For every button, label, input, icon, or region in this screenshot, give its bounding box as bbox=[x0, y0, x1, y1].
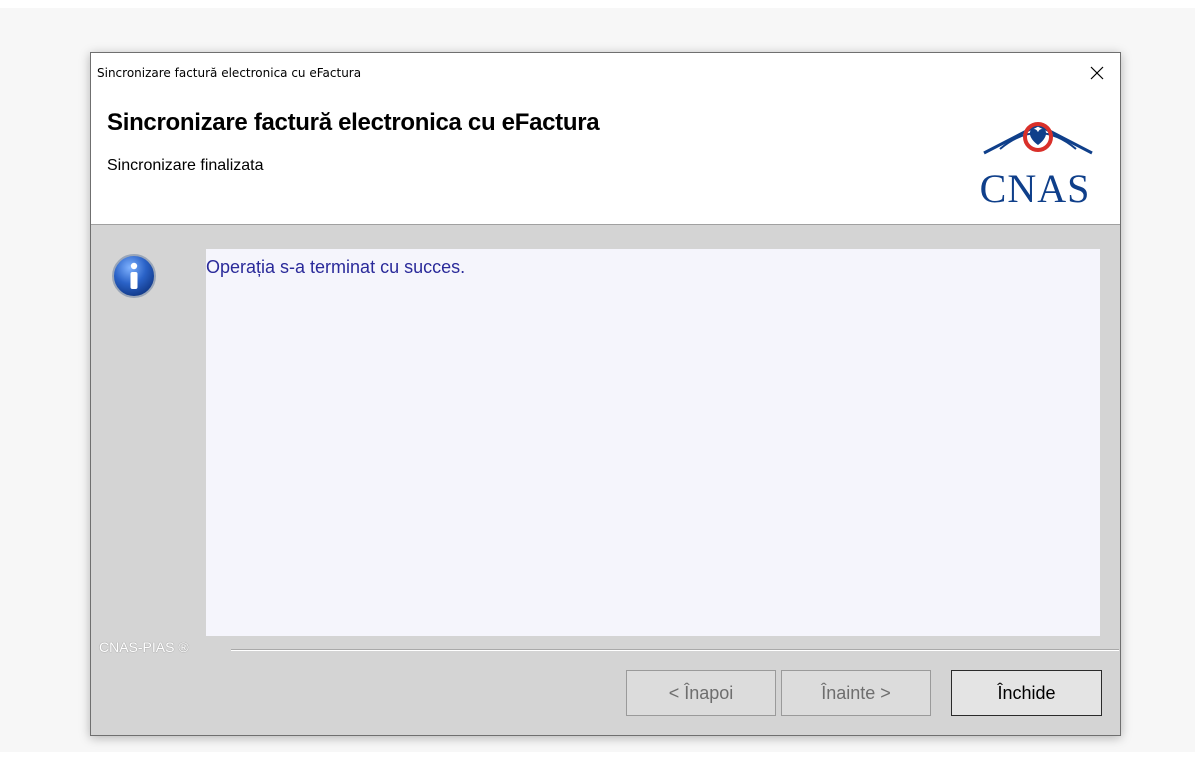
wizard-header: Sincronizare factură electronica cu eFac… bbox=[91, 93, 1120, 225]
page-title: Sincronizare factură electronica cu eFac… bbox=[107, 109, 600, 136]
close-window-button[interactable] bbox=[1074, 53, 1120, 93]
close-icon bbox=[1090, 66, 1104, 80]
result-message: Operația s-a terminat cu succes. bbox=[206, 257, 466, 277]
back-button[interactable]: < Înapoi bbox=[626, 670, 776, 716]
finish-button[interactable]: Închide bbox=[951, 670, 1102, 716]
message-panel: Operația s-a terminat cu succes. bbox=[206, 249, 1100, 636]
window-title: Sincronizare factură electronica cu eFac… bbox=[97, 66, 362, 80]
logo-text: CNAS bbox=[979, 166, 1091, 211]
footer-divider bbox=[231, 649, 1119, 651]
cnas-logo: CNAS bbox=[970, 107, 1100, 209]
info-icon bbox=[111, 253, 157, 299]
title-bar[interactable]: Sincronizare factură electronica cu eFac… bbox=[91, 53, 1120, 93]
wizard-dialog: Sincronizare factură electronica cu eFac… bbox=[90, 52, 1121, 736]
cnas-emblem-icon bbox=[983, 122, 1093, 155]
page-subtitle: Sincronizare finalizata bbox=[107, 157, 264, 174]
footer-brand: CNAS-PIAS ® bbox=[99, 639, 189, 655]
next-button[interactable]: Înainte > bbox=[781, 670, 931, 716]
